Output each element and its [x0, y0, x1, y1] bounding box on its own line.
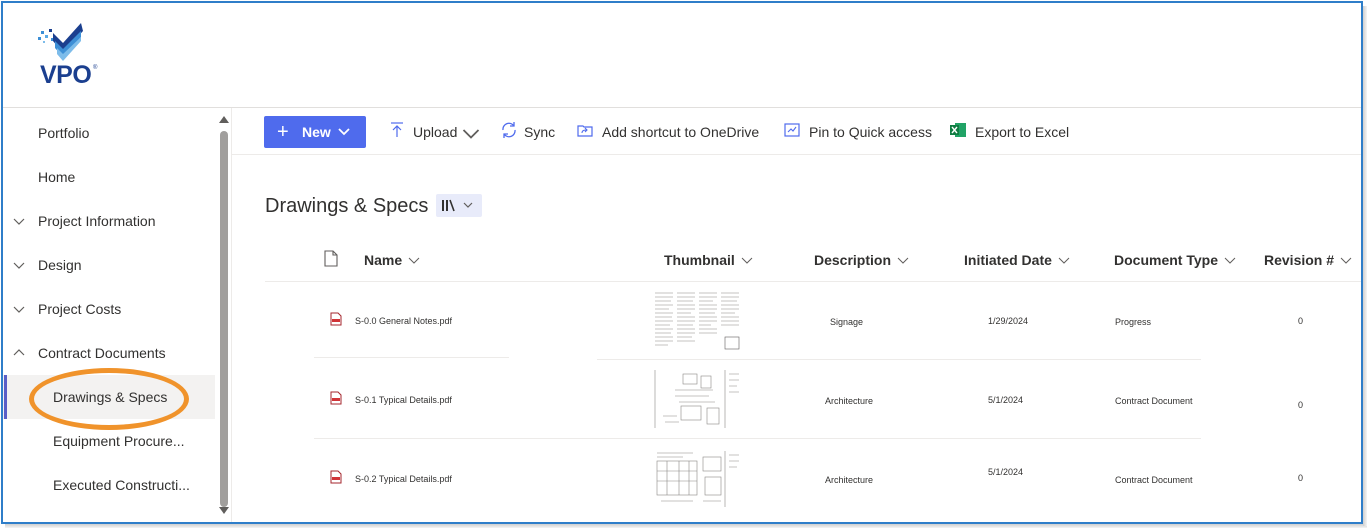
drawing-preview-icon	[656, 451, 739, 507]
sidebar-divider	[231, 108, 232, 522]
page-title: Drawings & Specs	[265, 195, 429, 217]
sidebar-nav: Portfolio Home Project Information Desig…	[3, 108, 231, 522]
scroll-down-arrow-icon[interactable]	[219, 507, 229, 514]
column-header-name[interactable]: Name	[364, 252, 420, 268]
sidebar-item-label: Portfolio	[38, 125, 90, 141]
sidebar-item-label: Home	[38, 169, 76, 185]
sidebar-item-label: Project Costs	[38, 301, 122, 317]
document-thumbnail[interactable]	[653, 447, 741, 509]
chevron-down-icon[interactable]	[12, 302, 26, 316]
library-view-icon	[442, 199, 473, 212]
sidebar-item-design[interactable]: Design	[3, 243, 215, 287]
scrollbar-thumb[interactable]	[220, 131, 228, 507]
chevron-down-icon	[1340, 257, 1352, 265]
description-cell: Signage	[830, 317, 864, 327]
sidebar-item-label: Equipment Procure...	[53, 433, 185, 449]
column-header-revision[interactable]: Revision #	[1264, 252, 1352, 268]
drawing-preview-icon	[654, 370, 739, 428]
sync-icon[interactable]	[500, 121, 518, 139]
header-row-divider	[265, 281, 1361, 282]
drawing-preview-icon	[655, 292, 740, 350]
column-header-thumbnail[interactable]: Thumbnail	[664, 252, 753, 268]
upload-icon[interactable]	[388, 121, 406, 139]
sidebar-item-label: Project Information	[38, 213, 156, 229]
column-header-document-type[interactable]: Document Type	[1114, 252, 1236, 268]
document-type-cell: Progress	[1115, 317, 1152, 327]
pdf-file-icon	[330, 470, 342, 484]
sidebar-item-executed-construction[interactable]: Executed Constructi...	[3, 463, 215, 507]
excel-icon[interactable]	[949, 121, 967, 139]
file-name-link[interactable]: S-0.0 General Notes.pdf	[355, 316, 452, 326]
view-switcher-button[interactable]	[436, 194, 482, 217]
new-button[interactable]: + New	[264, 116, 366, 148]
upload-button[interactable]: Upload	[413, 124, 457, 140]
chevron-down-icon	[338, 128, 350, 136]
column-header-initiated-date[interactable]: Initiated Date	[964, 252, 1070, 268]
chevron-down-icon[interactable]	[462, 124, 480, 142]
export-excel-button[interactable]: Export to Excel	[975, 124, 1069, 140]
revision-cell: 0	[1298, 316, 1304, 326]
description-cell: Architecture	[825, 475, 874, 485]
sidebar-item-label: Design	[38, 257, 82, 273]
sidebar-item-home[interactable]: Home	[3, 155, 215, 199]
highlight-annotation	[29, 368, 189, 430]
command-bar: + New Upload Sync Add shortcut to OneDri…	[232, 108, 1361, 155]
row-divider	[314, 438, 1201, 439]
chevron-down-icon[interactable]	[12, 214, 26, 228]
sidebar-scrollbar[interactable]	[217, 111, 231, 519]
vpo-logo[interactable]: VPO ®	[37, 21, 107, 91]
chevron-up-icon[interactable]	[12, 346, 26, 360]
selected-indicator	[4, 375, 7, 419]
row-divider	[314, 357, 509, 358]
revision-cell: 0	[1298, 473, 1304, 483]
description-cell: Architecture	[825, 396, 874, 406]
file-name-link[interactable]: S-0.1 Typical Details.pdf	[355, 395, 452, 405]
chevron-down-icon	[408, 257, 420, 265]
document-thumbnail[interactable]	[653, 368, 741, 430]
sidebar-item-project-information[interactable]: Project Information	[3, 199, 215, 243]
scroll-up-arrow-icon[interactable]	[219, 116, 229, 123]
chevron-down-icon	[741, 257, 753, 265]
sidebar-item-label: Executed Constructi...	[53, 477, 190, 493]
file-type-icon[interactable]	[324, 250, 338, 267]
revision-cell: 0	[1298, 400, 1304, 410]
new-button-label: New	[302, 124, 331, 140]
document-type-cell: Contract Document	[1115, 475, 1193, 485]
row-divider	[597, 359, 1201, 360]
logo-registered-mark: ®	[93, 65, 98, 71]
sidebar-item-label: Contract Documents	[38, 345, 166, 361]
logo-text: VPO	[40, 61, 92, 89]
sidebar-item-project-costs[interactable]: Project Costs	[3, 287, 215, 331]
app-window: VPO ® Portfolio Home Project Information…	[1, 1, 1363, 524]
sync-button[interactable]: Sync	[524, 124, 555, 140]
document-thumbnail[interactable]	[653, 289, 741, 351]
initiated-date-cell: 5/1/2024	[988, 395, 1024, 405]
chevron-down-icon	[1224, 257, 1236, 265]
chevron-down-icon	[1058, 257, 1070, 265]
pin-icon[interactable]	[783, 121, 801, 139]
document-type-cell: Contract Document	[1115, 396, 1193, 406]
add-shortcut-button[interactable]: Add shortcut to OneDrive	[602, 124, 759, 140]
chevron-down-icon	[897, 257, 909, 265]
initiated-date-cell: 5/1/2024	[988, 467, 1024, 477]
chevron-down-icon[interactable]	[12, 258, 26, 272]
plus-icon: +	[277, 121, 289, 143]
pdf-file-icon	[330, 312, 342, 326]
initiated-date-cell: 1/29/2024	[988, 316, 1029, 326]
column-header-description[interactable]: Description	[814, 252, 909, 268]
pin-quick-access-button[interactable]: Pin to Quick access	[809, 124, 932, 140]
pdf-file-icon	[330, 391, 342, 405]
onedrive-shortcut-icon[interactable]	[576, 121, 594, 139]
sidebar-item-portfolio[interactable]: Portfolio	[3, 111, 215, 155]
vpo-logo-mark-icon	[38, 23, 83, 61]
file-name-link[interactable]: S-0.2 Typical Details.pdf	[355, 474, 452, 484]
